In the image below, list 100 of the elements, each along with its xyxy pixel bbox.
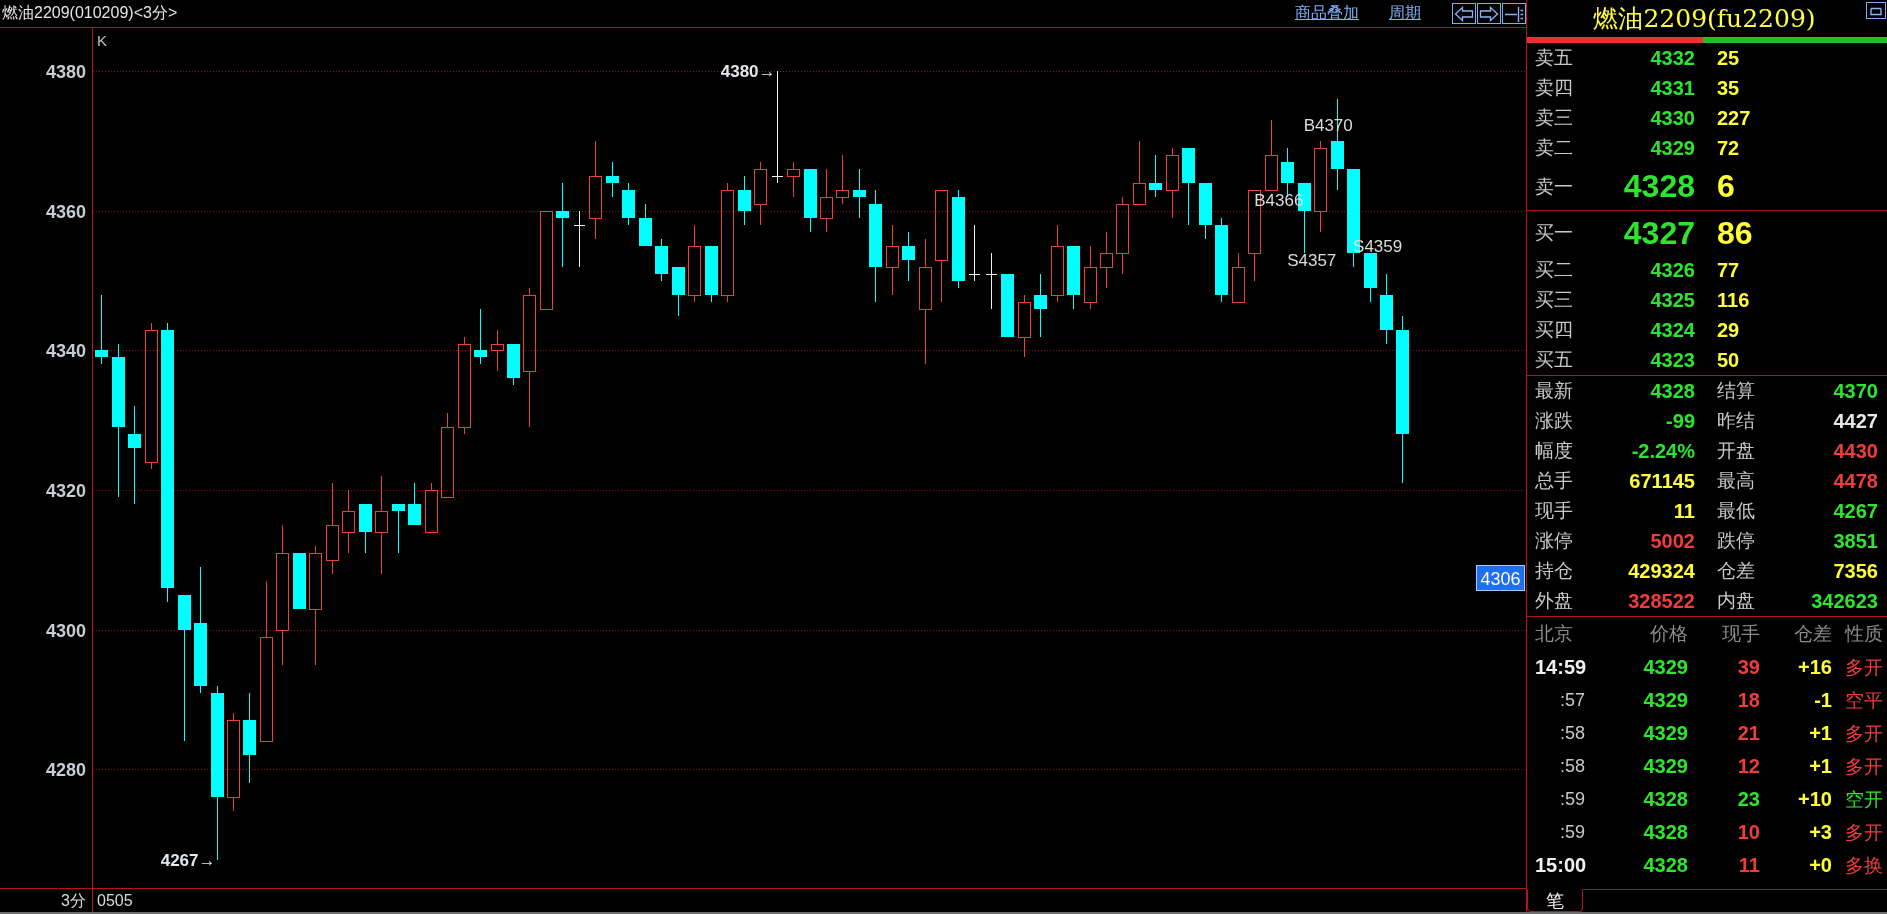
bid-volume: 29 xyxy=(1717,318,1740,342)
ask-volume: 6 xyxy=(1717,168,1735,205)
candlestick xyxy=(622,182,635,226)
trade-price: 4329 xyxy=(1642,722,1689,745)
candlestick xyxy=(95,294,108,365)
trade-price: 4329 xyxy=(1642,656,1689,679)
stat-label: 幅度 xyxy=(1535,439,1574,463)
stat-value: 328522 xyxy=(1627,589,1695,613)
axis-label: 4340 xyxy=(45,340,86,361)
quote-label: 卖五 xyxy=(1535,46,1574,70)
candlestick xyxy=(1133,140,1146,205)
stat-value: 671145 xyxy=(1628,469,1695,493)
panel-layout-icon xyxy=(1504,5,1524,22)
scroll-left-button[interactable] xyxy=(1452,3,1476,24)
trade-volume: 12 xyxy=(1736,755,1761,778)
trade-nature: 多开 xyxy=(1844,820,1884,845)
trade-oi-change: +1 xyxy=(1808,722,1833,745)
trade-volume: 21 xyxy=(1736,722,1761,745)
candlestick xyxy=(474,308,487,365)
stat-value: 4427 xyxy=(1832,409,1878,433)
toolbar-link[interactable]: 周期 xyxy=(1389,3,1421,24)
candlestick xyxy=(672,266,685,317)
column-header: 价格 xyxy=(1649,622,1689,646)
window-button[interactable] xyxy=(1866,2,1886,19)
quote-label: 卖三 xyxy=(1535,106,1574,130)
candlestick xyxy=(1100,231,1113,289)
stat-label: 持仓 xyxy=(1535,559,1574,583)
ask-price: 4332 xyxy=(1649,46,1695,70)
quote-label: 卖一 xyxy=(1535,174,1574,199)
quote-label: 卖四 xyxy=(1535,76,1574,100)
column-header: 性质 xyxy=(1843,622,1884,646)
candlestick xyxy=(342,489,355,554)
ask-price: 4328 xyxy=(1622,168,1695,205)
trade-time: :58 xyxy=(1559,756,1587,777)
trade-price: 4328 xyxy=(1642,854,1689,877)
axis-label: 4320 xyxy=(45,480,86,501)
stat-label: 最高 xyxy=(1717,469,1756,493)
stat-value: 4478 xyxy=(1832,469,1878,493)
trade-nature: 多开 xyxy=(1844,754,1884,779)
trade-oi-change: +1 xyxy=(1808,755,1833,778)
stat-value: 342623 xyxy=(1810,589,1878,613)
bid-price: 4325 xyxy=(1649,288,1695,312)
candlestick xyxy=(968,224,981,282)
candlestick xyxy=(392,503,405,554)
ask-price: 4331 xyxy=(1649,76,1695,100)
trade-nature: 多换 xyxy=(1844,853,1884,878)
toolbar-link[interactable]: 商品叠加 xyxy=(1295,3,1359,24)
candlestick xyxy=(836,154,849,205)
trade-oi-change: -1 xyxy=(1813,689,1833,712)
trade-price: 4328 xyxy=(1642,821,1689,844)
candlestick xyxy=(425,482,438,533)
quote-label: 买一 xyxy=(1535,221,1574,245)
trade-volume: 39 xyxy=(1736,656,1761,679)
trade-nature: 空开 xyxy=(1844,787,1884,812)
trade-nature: 多开 xyxy=(1844,655,1884,680)
layout-button[interactable] xyxy=(1502,3,1526,24)
axis-label: 4300 xyxy=(45,620,86,641)
candlestick xyxy=(754,161,767,226)
trade-volume: 10 xyxy=(1736,821,1761,844)
candlestick xyxy=(738,175,751,226)
stat-value: 4267 xyxy=(1832,499,1878,523)
stat-label: 跌停 xyxy=(1717,529,1756,553)
trade-price: 4329 xyxy=(1642,689,1689,712)
quote-label: 卖二 xyxy=(1535,136,1574,160)
bid-volume: 77 xyxy=(1717,258,1740,282)
candlestick xyxy=(705,245,718,303)
trade-nature: 空平 xyxy=(1844,688,1884,713)
candlestick xyxy=(1149,154,1162,198)
stat-label: 涨停 xyxy=(1535,529,1574,553)
trade-time: :58 xyxy=(1559,723,1587,744)
candlestick xyxy=(1265,119,1278,191)
axis-label: 4380 xyxy=(45,61,86,82)
chart-title: K xyxy=(97,32,107,49)
stat-label: 内盘 xyxy=(1717,589,1756,613)
candlestick xyxy=(408,482,421,526)
stat-label: 结算 xyxy=(1717,379,1756,403)
candlestick xyxy=(606,161,619,198)
candlestick xyxy=(902,231,915,282)
stat-label: 最新 xyxy=(1535,379,1574,403)
candlestick xyxy=(985,252,998,310)
tab[interactable]: 笔 xyxy=(1527,889,1583,912)
scroll-right-button[interactable] xyxy=(1477,3,1501,24)
candlestick xyxy=(1018,294,1031,358)
stat-label: 总手 xyxy=(1535,469,1574,493)
axis-label: 4360 xyxy=(45,201,86,222)
stat-value: 3851 xyxy=(1832,529,1878,553)
stat-label: 现手 xyxy=(1535,499,1574,523)
candlestick xyxy=(1034,273,1047,338)
candlestick xyxy=(1067,245,1080,310)
bid-volume: 50 xyxy=(1717,348,1740,372)
trade-oi-change: +10 xyxy=(1797,788,1833,811)
stat-value: 4430 xyxy=(1832,439,1878,463)
bid-price: 4323 xyxy=(1649,348,1695,372)
ask-volume: 25 xyxy=(1717,46,1740,70)
trade-oi-change: +16 xyxy=(1797,656,1833,679)
stat-label: 涨跌 xyxy=(1535,409,1574,433)
trade-volume: 18 xyxy=(1736,689,1761,712)
candlestick xyxy=(491,329,504,372)
stat-value: -2.24% xyxy=(1630,439,1695,463)
trade-price: 4328 xyxy=(1642,788,1689,811)
